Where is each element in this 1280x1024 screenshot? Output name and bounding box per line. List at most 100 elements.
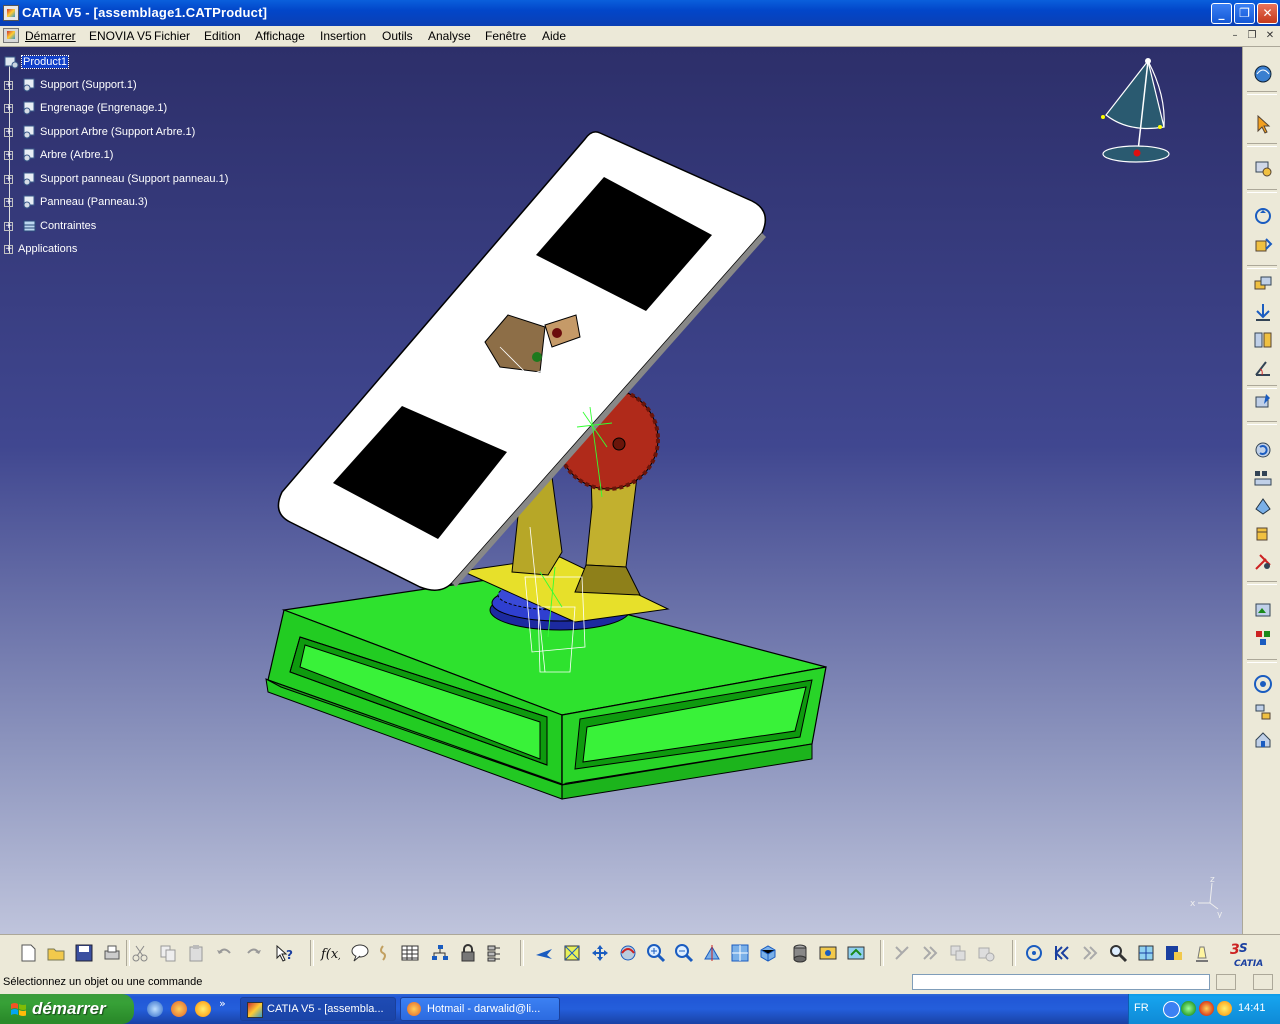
maximize-button[interactable]: ❐ xyxy=(1234,3,1255,24)
multi-view-icon[interactable] xyxy=(730,943,750,963)
command-input[interactable] xyxy=(912,974,1210,990)
menu-enovia[interactable]: ENOVIA V5 xyxy=(89,29,152,43)
update-icon[interactable] xyxy=(1252,439,1274,461)
document-menu-icon[interactable] xyxy=(3,28,19,43)
snap-icon[interactable] xyxy=(1252,235,1274,257)
tray-messenger-icon[interactable] xyxy=(1217,1001,1232,1016)
shading-icon[interactable] xyxy=(790,943,810,963)
status-button-1[interactable] xyxy=(1216,974,1236,990)
compass-icon[interactable] xyxy=(1094,55,1184,175)
tray-network-icon[interactable] xyxy=(1181,1001,1196,1016)
menu-outils[interactable]: Outils xyxy=(382,29,413,43)
tree-expand-support-arbre-icon[interactable]: + xyxy=(4,128,13,137)
menu-insertion[interactable]: Insertion xyxy=(320,29,366,43)
render-icon[interactable] xyxy=(1164,943,1184,963)
angle-constraint-icon[interactable] xyxy=(1252,357,1274,379)
tree-expand-support-panneau-icon[interactable]: + xyxy=(4,175,13,184)
open-folder-icon[interactable] xyxy=(46,943,66,963)
tree-expand-arbre-icon[interactable]: + xyxy=(4,151,13,160)
sectioning-icon[interactable] xyxy=(1252,551,1274,573)
tray-arrow-icon[interactable] xyxy=(1163,1001,1180,1018)
zoom-out-icon[interactable] xyxy=(674,943,694,963)
task-catia[interactable]: CATIA V5 - [assembla... xyxy=(240,997,396,1021)
product-structure-workbench-icon[interactable] xyxy=(1252,63,1274,85)
manage-disabled-icon[interactable] xyxy=(976,943,996,963)
tree-expand-panneau-icon[interactable]: + xyxy=(4,198,13,207)
select-arrow-icon[interactable] xyxy=(1252,113,1274,135)
close-button[interactable]: ✕ xyxy=(1257,3,1278,24)
tree-expand-support-icon[interactable]: + xyxy=(4,81,13,90)
menu-fenetre[interactable]: Fenêtre xyxy=(485,29,526,43)
language-indicator[interactable]: FR xyxy=(1134,1002,1149,1014)
normal-view-icon[interactable] xyxy=(702,943,722,963)
mdi-close-button[interactable]: ✕ xyxy=(1263,29,1277,42)
step-forward-icon[interactable] xyxy=(920,943,940,963)
messenger-icon[interactable] xyxy=(195,1001,211,1017)
tree-expansion-icon[interactable] xyxy=(1252,701,1274,723)
bill-of-material-icon[interactable] xyxy=(1252,627,1274,649)
catia-app-icon[interactable] xyxy=(3,5,19,21)
explode-icon[interactable] xyxy=(1252,467,1274,489)
undo-icon[interactable] xyxy=(214,943,234,963)
task-hotmail[interactable]: Hotmail - darwalid@li... xyxy=(400,997,560,1021)
tree-structure-icon[interactable] xyxy=(430,943,450,963)
rotate-icon[interactable] xyxy=(618,943,638,963)
status-button-2[interactable] xyxy=(1253,974,1273,990)
fix-component-icon[interactable] xyxy=(1252,391,1274,413)
catalog-icon[interactable] xyxy=(1252,673,1274,695)
tray-antivirus-icon[interactable] xyxy=(1199,1001,1214,1016)
swap-visible-space-icon[interactable] xyxy=(846,943,866,963)
menu-analyse[interactable]: Analyse xyxy=(428,29,471,43)
save-icon[interactable] xyxy=(74,943,94,963)
components-disabled-icon[interactable] xyxy=(948,943,968,963)
lamp-icon[interactable] xyxy=(1192,943,1212,963)
fit-all-icon[interactable] xyxy=(562,943,582,963)
constraint-disabled-icon[interactable] xyxy=(892,943,912,963)
3d-viewport[interactable]: Product1 + Support (Support.1) + Engrena… xyxy=(0,47,1242,934)
insert-component-icon[interactable] xyxy=(1252,157,1274,179)
publication-icon[interactable] xyxy=(1252,729,1274,751)
tree-expand-engrenage-icon[interactable]: + xyxy=(4,104,13,113)
whats-this-icon[interactable]: ? xyxy=(274,943,294,963)
paste-icon[interactable] xyxy=(186,943,206,963)
coincidence-constraint-icon[interactable] xyxy=(1252,273,1274,295)
clash-icon[interactable] xyxy=(1252,495,1274,517)
measure-icon[interactable] xyxy=(1252,523,1274,545)
manipulation-icon[interactable] xyxy=(1252,205,1274,227)
quicklaunch-more[interactable]: » xyxy=(219,997,226,1010)
menu-affichage[interactable]: Affichage xyxy=(255,29,305,43)
formula-icon[interactable]: f(x) xyxy=(320,943,340,963)
search-icon[interactable] xyxy=(1108,943,1128,963)
menu-demarrer[interactable]: Démarrer xyxy=(25,29,76,43)
contact-constraint-icon[interactable] xyxy=(1252,301,1274,323)
lock-icon[interactable] xyxy=(458,943,478,963)
hide-show-icon[interactable] xyxy=(818,943,838,963)
iso-view-icon[interactable] xyxy=(758,943,778,963)
redo-icon[interactable] xyxy=(244,943,264,963)
ie-icon[interactable] xyxy=(147,1001,163,1017)
tree-expand-applications-icon[interactable]: + xyxy=(4,245,13,254)
window-titlebar[interactable]: CATIA V5 - [assemblage1.CATProduct] _ ❐ … xyxy=(0,0,1280,26)
minimize-button[interactable]: _ xyxy=(1211,3,1232,24)
scenes-icon[interactable] xyxy=(1252,599,1274,621)
target-icon[interactable] xyxy=(1024,943,1044,963)
start-button[interactable]: démarrer xyxy=(0,994,134,1024)
step-back-icon[interactable] xyxy=(1052,943,1072,963)
cut-icon[interactable] xyxy=(130,943,150,963)
mdi-restore-button[interactable]: ❐ xyxy=(1245,29,1259,42)
menu-edition[interactable]: Edition xyxy=(204,29,241,43)
step-forward-2-icon[interactable] xyxy=(1080,943,1100,963)
table-icon[interactable] xyxy=(400,943,420,963)
tree-expand-contraintes-icon[interactable]: + xyxy=(4,222,13,231)
pan-icon[interactable] xyxy=(590,943,610,963)
copy-icon[interactable] xyxy=(158,943,178,963)
knowledge-icon[interactable] xyxy=(376,943,396,963)
fly-mode-icon[interactable] xyxy=(534,943,554,963)
mdi-minimize-button[interactable]: – xyxy=(1228,29,1242,42)
compass-reset-icon[interactable] xyxy=(1136,943,1156,963)
new-document-icon[interactable] xyxy=(18,943,38,963)
annotation-icon[interactable] xyxy=(350,943,370,963)
zoom-in-icon[interactable] xyxy=(646,943,666,963)
offset-constraint-icon[interactable] xyxy=(1252,329,1274,351)
hierarchy-icon[interactable] xyxy=(486,943,506,963)
